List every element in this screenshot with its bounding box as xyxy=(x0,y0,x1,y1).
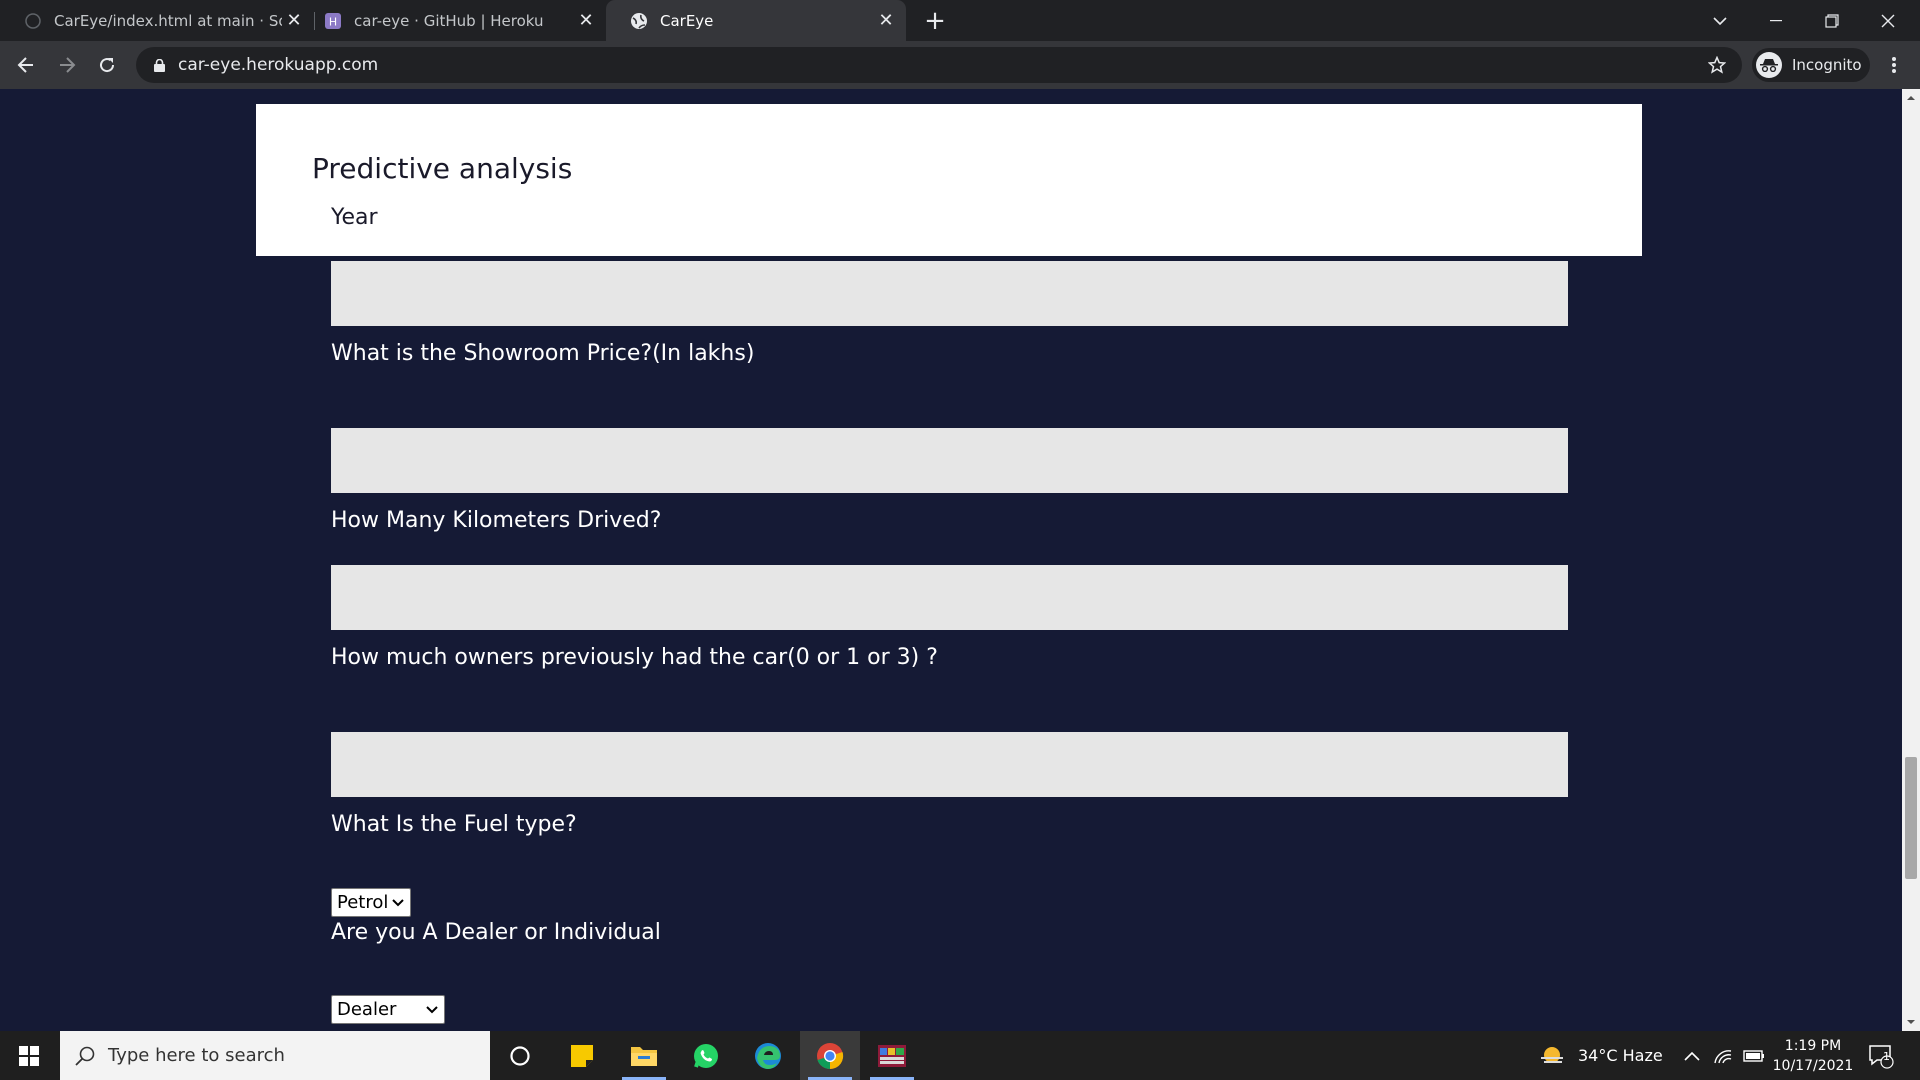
search-placeholder: Type here to search xyxy=(108,1045,285,1066)
kms-driven-input[interactable] xyxy=(331,565,1568,630)
minimize-button[interactable] xyxy=(1748,0,1804,41)
year-input[interactable] xyxy=(331,261,1568,326)
file-explorer-icon xyxy=(631,1046,657,1066)
tab-title: CarEye/index.html at main · Soun xyxy=(54,11,282,30)
notification-center-button[interactable]: 1 xyxy=(1868,1031,1894,1080)
bookmark-star-icon[interactable] xyxy=(1706,54,1728,76)
minimize-icon xyxy=(1770,19,1782,21)
incognito-icon xyxy=(1756,52,1782,78)
notification-count: 1 xyxy=(1883,1050,1890,1063)
year-label: Year xyxy=(331,205,378,230)
whatsapp-icon xyxy=(694,1043,718,1068)
lock-icon xyxy=(152,58,166,72)
notification-icon xyxy=(1869,1044,1894,1069)
url-text: car-eye.herokuapp.com xyxy=(178,55,379,75)
system-clock[interactable]: 1:19 PM 10/17/2021 xyxy=(1768,1036,1858,1076)
heroku-icon: H xyxy=(324,12,342,30)
owners-label: How much owners previously had the car(0… xyxy=(331,645,938,670)
reload-button[interactable] xyxy=(91,49,123,81)
page-viewport: Predictive analysis Year What is the Sho… xyxy=(0,89,1902,1031)
sticky-notes-button[interactable] xyxy=(552,1031,612,1080)
winrar-icon xyxy=(878,1044,906,1067)
whatsapp-button[interactable] xyxy=(676,1031,736,1080)
edge-button[interactable] xyxy=(738,1031,798,1080)
start-button[interactable] xyxy=(0,1031,58,1080)
battery-icon xyxy=(1743,1049,1764,1062)
show-hidden-icons-button[interactable] xyxy=(1684,1031,1700,1080)
incognito-profile-button[interactable]: Incognito xyxy=(1752,48,1870,82)
close-window-button[interactable] xyxy=(1860,0,1916,41)
fuel-type-value: Petrol xyxy=(337,892,389,913)
profile-label: Incognito xyxy=(1792,56,1862,74)
weather-text: 34°C Haze xyxy=(1578,1046,1663,1065)
fuel-type-label: What Is the Fuel type? xyxy=(331,812,577,837)
network-button[interactable] xyxy=(1713,1031,1733,1080)
arrow-right-icon xyxy=(60,57,76,73)
address-bar[interactable]: car-eye.herokuapp.com xyxy=(136,47,1742,83)
header-card: Predictive analysis Year xyxy=(256,104,1642,256)
scroll-up-arrow-icon[interactable] xyxy=(1906,93,1916,103)
browser-menu-button[interactable] xyxy=(1880,49,1908,81)
new-tab-button[interactable]: + xyxy=(919,5,951,37)
cortana-icon xyxy=(510,1045,530,1066)
cortana-button[interactable] xyxy=(490,1031,550,1080)
sticky-notes-icon xyxy=(571,1044,593,1067)
tab-title: CarEye xyxy=(660,11,714,30)
wifi-icon xyxy=(1714,1049,1732,1063)
showroom-price-input[interactable] xyxy=(331,428,1568,493)
weather-widget[interactable]: 34°C Haze xyxy=(1538,1031,1663,1080)
chrome-icon xyxy=(817,1042,844,1069)
svg-text:H: H xyxy=(329,15,337,28)
browser-tab-bar: CarEye/index.html at main · Soun ✕ H car… xyxy=(0,0,1920,41)
restore-button[interactable] xyxy=(1804,0,1860,41)
chevron-down-icon xyxy=(426,1006,438,1014)
chevron-up-icon xyxy=(1684,1051,1700,1061)
tab-heroku[interactable]: H car-eye · GitHub | Heroku ✕ xyxy=(300,0,606,41)
clock-date: 10/17/2021 xyxy=(1772,1058,1854,1074)
seller-type-select[interactable]: Dealer xyxy=(331,995,445,1024)
scroll-down-arrow-icon[interactable] xyxy=(1906,1017,1916,1027)
showroom-price-label: What is the Showroom Price?(In lakhs) xyxy=(331,341,755,366)
restore-icon xyxy=(1825,13,1839,28)
battery-button[interactable] xyxy=(1743,1031,1765,1080)
reload-icon xyxy=(100,58,115,73)
tab-careye-github[interactable]: CarEye/index.html at main · Soun ✕ xyxy=(0,0,314,41)
seller-type-label: Are you A Dealer or Individual xyxy=(331,920,661,945)
seller-type-value: Dealer xyxy=(337,999,397,1020)
taskbar-search-box[interactable]: Type here to search xyxy=(60,1031,490,1080)
file-explorer-button[interactable] xyxy=(614,1031,674,1080)
fuel-type-select[interactable]: Petrol xyxy=(331,888,411,917)
back-button[interactable] xyxy=(10,49,42,81)
close-icon[interactable]: ✕ xyxy=(874,9,898,33)
windows-taskbar: Type here to search 34°C Haze 1:19 PM 10… xyxy=(0,1031,1920,1080)
kebab-menu-icon xyxy=(1892,57,1896,73)
browser-toolbar: car-eye.herokuapp.com Incognito xyxy=(0,41,1920,89)
chevron-down-icon xyxy=(1713,16,1727,25)
arrow-left-icon xyxy=(17,57,33,73)
search-icon xyxy=(75,1046,95,1066)
clock-time: 1:19 PM xyxy=(1784,1038,1842,1054)
tab-title: car-eye · GitHub | Heroku xyxy=(354,11,544,30)
page-title: Predictive analysis xyxy=(312,152,573,185)
globe-icon xyxy=(630,12,648,30)
chevron-down-icon xyxy=(392,899,404,907)
github-icon xyxy=(24,12,42,30)
owners-input[interactable] xyxy=(331,732,1568,797)
close-icon xyxy=(1881,14,1895,27)
windows-logo-icon xyxy=(19,1045,39,1066)
weather-haze-icon xyxy=(1541,1046,1563,1063)
chrome-button[interactable] xyxy=(800,1031,860,1080)
scrollbar-thumb[interactable] xyxy=(1905,757,1917,879)
page-scrollbar[interactable] xyxy=(1902,89,1920,1031)
forward-button[interactable] xyxy=(51,49,83,81)
edge-icon xyxy=(755,1042,781,1069)
winrar-button[interactable] xyxy=(862,1031,922,1080)
kms-driven-label: How Many Kilometers Drived? xyxy=(331,508,662,533)
tab-careye-active[interactable]: CarEye ✕ xyxy=(606,0,906,41)
close-icon[interactable]: ✕ xyxy=(574,9,598,33)
tab-search-button[interactable] xyxy=(1692,0,1748,41)
